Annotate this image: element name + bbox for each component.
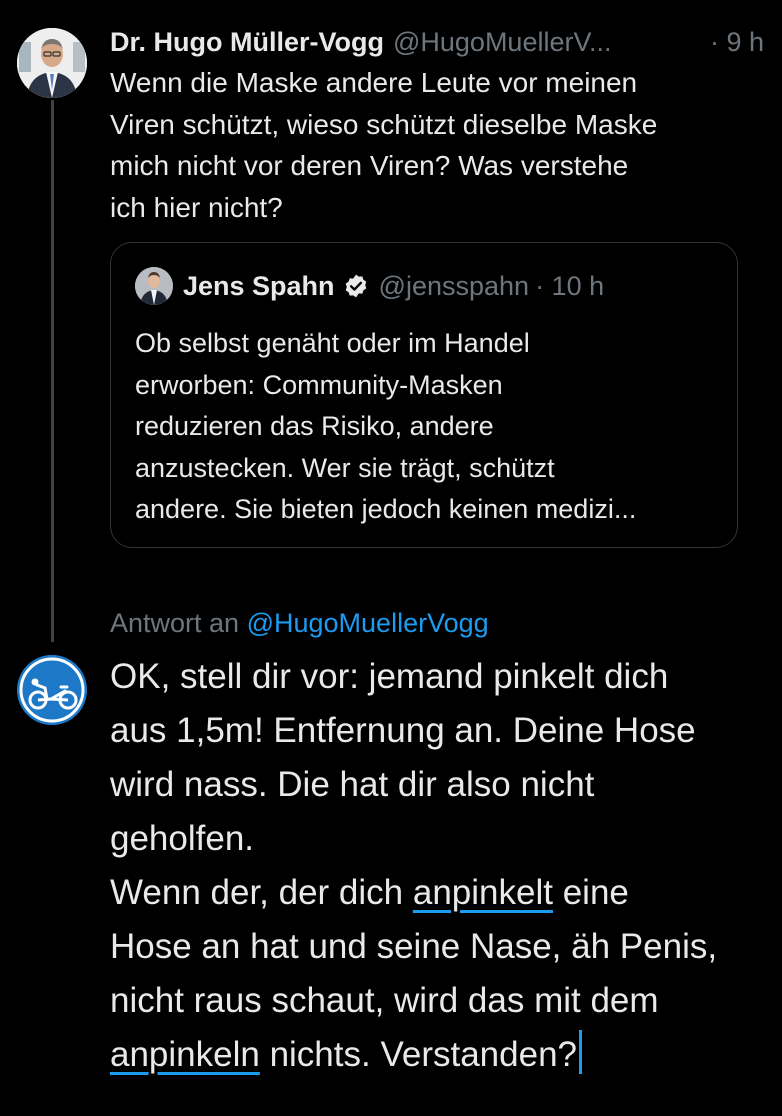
author-name[interactable]: Dr. Hugo Müller-Vogg bbox=[110, 22, 384, 62]
original-tweet[interactable]: Dr. Hugo Müller-Vogg @HugoMuellerV... · … bbox=[110, 22, 770, 228]
reply-text-line: anpinkeln nichts. Verstanden? bbox=[110, 1028, 760, 1082]
reply-author-avatar[interactable] bbox=[17, 655, 87, 725]
avatar-portrait-icon bbox=[135, 267, 173, 305]
avatar-portrait-icon bbox=[17, 28, 87, 98]
reply-text-line: geholfen. bbox=[110, 819, 255, 858]
text-cursor bbox=[579, 1030, 582, 1074]
reply-text-line: OK, stell dir vor: jemand pinkelt dich bbox=[110, 657, 669, 696]
author-handle[interactable]: @HugoMuellerV... bbox=[393, 22, 612, 62]
reply-text-line: wird nass. Die hat dir also nicht bbox=[110, 765, 595, 804]
reply-compose-text[interactable]: OK, stell dir vor: jemand pinkelt dich a… bbox=[110, 650, 760, 1082]
quoted-author-name[interactable]: Jens Spahn bbox=[183, 268, 335, 304]
tweet-time[interactable]: · 9 h bbox=[710, 22, 770, 62]
reply-text-line: Hose an hat und seine Nase, äh Penis, bbox=[110, 927, 718, 966]
quoted-author-avatar bbox=[135, 267, 173, 305]
quoted-tweet-text: Ob selbst genäht oder im Handel erworben… bbox=[135, 328, 637, 524]
recumbent-bicycle-sign-icon bbox=[17, 655, 87, 725]
quoted-tweet-time[interactable]: · 10 h bbox=[535, 268, 604, 304]
spellcheck-underlined-word[interactable]: anpinkelt bbox=[413, 873, 553, 912]
verified-badge-icon bbox=[345, 274, 366, 298]
reply-text-line: nicht raus schaut, wird das mit dem bbox=[110, 981, 659, 1020]
reply-to-label: Antwort an bbox=[110, 608, 240, 638]
reply-text-segment: Wenn der, der dich bbox=[110, 873, 413, 912]
thread-connector-line bbox=[51, 100, 54, 642]
tweet-text: Wenn die Maske andere Leute vor meinen V… bbox=[110, 67, 658, 223]
tweet-header: Dr. Hugo Müller-Vogg @HugoMuellerV... · … bbox=[110, 22, 770, 62]
reply-text-line: aus 1,5m! Entfernung an. Deine Hose bbox=[110, 711, 696, 750]
reply-text-segment: nichts. Verstanden? bbox=[259, 1035, 577, 1074]
reply-text-line: Wenn der, der dich anpinkelt eine bbox=[110, 866, 760, 920]
quoted-tweet-card[interactable]: Jens Spahn @jensspahn · 10 h Ob selbst g… bbox=[110, 242, 738, 548]
quoted-author-handle[interactable]: @jensspahn bbox=[379, 268, 530, 304]
reply-text-segment: eine bbox=[552, 873, 629, 912]
quoted-tweet-header: Jens Spahn @jensspahn · 10 h bbox=[135, 267, 604, 305]
reply-to-handle-link[interactable]: @HugoMuellerVogg bbox=[247, 608, 489, 638]
reply-to-line: Antwort an @HugoMuellerVogg bbox=[110, 603, 489, 643]
spellcheck-underlined-word[interactable]: anpinkeln bbox=[110, 1035, 260, 1074]
author-avatar[interactable] bbox=[17, 28, 87, 98]
